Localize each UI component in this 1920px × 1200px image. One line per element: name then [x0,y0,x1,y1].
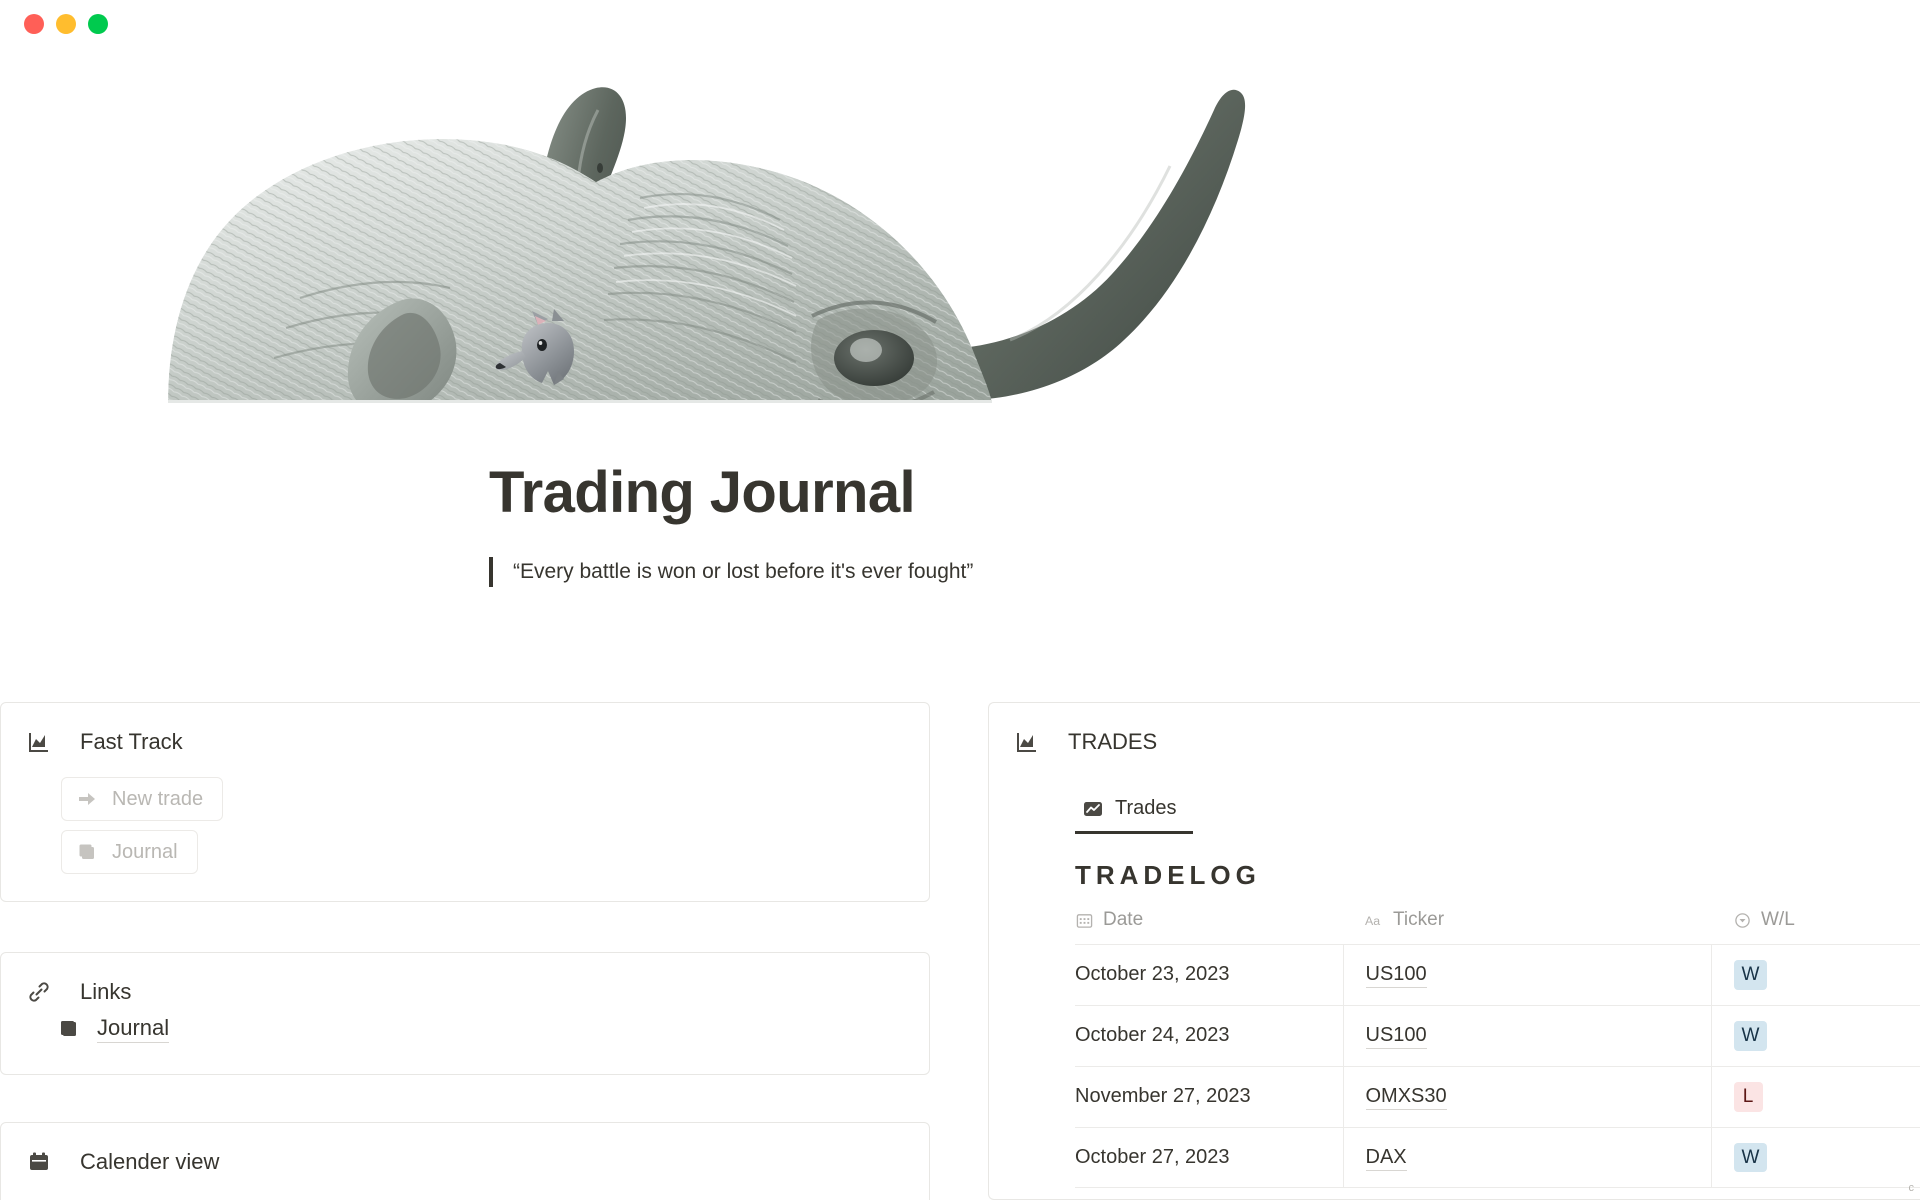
cell-wl: W [1710,944,1920,1006]
status-badge: W [1733,1142,1768,1173]
ticker-link[interactable]: DAX [1365,1145,1407,1171]
cell-date: November 27, 2023 [1075,1065,1343,1128]
tradelog-section: TRADELOG Date Aa Ticker W/L October 23, … [989,834,1920,1189]
link-item-journal[interactable]: Journal [57,1015,170,1044]
corner-mark: c [1908,1182,1915,1194]
chart-icon [1014,729,1040,755]
pages-icon [76,841,98,863]
tradelog-title: TRADELOG [1075,860,1261,890]
tradelog-table: Date Aa Ticker W/L October 23, 2023 US10… [1075,909,1920,1188]
cell-date: October 27, 2023 [1075,1126,1343,1188]
select-chevron-icon [1733,911,1752,930]
quote-block: “Every battle is won or lost before it's… [489,556,1589,587]
ticker-link[interactable]: OMXS30 [1365,1085,1447,1111]
column-header-date-label: Date [1103,909,1144,930]
calendar-view-header: Calender view [1,1123,929,1175]
table-row[interactable]: November 27, 2023 OMXS30 L [1075,1065,1920,1128]
text-aa-icon: Aa [1365,911,1384,930]
status-badge: L [1733,1081,1763,1112]
page-emoji-wolf-icon [492,309,584,401]
cell-wl: L [1710,1065,1920,1128]
column-header-wl[interactable]: W/L [1711,909,1920,945]
arrow-right-icon [76,788,98,810]
page-title: Trading Journal [489,460,916,525]
ticker-link[interactable]: US100 [1365,1024,1427,1050]
chart-icon [26,729,52,755]
fast-track-title: Fast Track [80,729,183,754]
quote-bar [489,556,493,587]
table-row[interactable]: October 23, 2023 US100 W [1075,944,1920,1006]
line-chart-icon [1083,799,1103,819]
ticker-link[interactable]: US100 [1365,963,1427,989]
book-icon [57,1017,81,1041]
tabs-divider [1075,833,1920,834]
column-header-wl-label: W/L [1761,909,1795,930]
trades-tabs: Trades [989,797,1920,834]
fast-track-buttons: New trade Journal [1,755,929,874]
minimize-window-button[interactable] [56,14,76,34]
cell-ticker: OMXS30 [1342,1065,1711,1128]
links-title: Links [80,979,132,1004]
links-header: Links [1,953,929,1005]
tradelog-body: October 23, 2023 US100 W October 24, 202… [1075,944,1920,1188]
tab-trades-label: Trades [1115,797,1177,819]
cell-ticker: US100 [1342,1004,1711,1067]
link-item-journal-label: Journal [97,1015,170,1044]
cell-wl: W [1710,1004,1920,1067]
new-trade-button[interactable]: New trade [61,777,224,821]
links-list: Journal [1,1005,929,1045]
column-header-ticker-label: Ticker [1393,909,1445,930]
journal-shortcut-button[interactable]: Journal [61,830,198,874]
trades-panel: TRADES Trades TRADELOG Date Aa Ticker W/… [988,702,1920,1200]
cell-ticker: DAX [1342,1126,1711,1188]
new-trade-label: New trade [112,788,204,810]
window-titlebar [0,0,1920,48]
cell-date: October 24, 2023 [1075,1004,1343,1067]
calendar-icon [26,1149,52,1175]
journal-shortcut-label: Journal [112,841,178,863]
trades-panel-title: TRADES [1068,729,1158,754]
column-header-date[interactable]: Date [1075,909,1343,945]
quote-text: “Every battle is won or lost before it's… [513,559,974,583]
fast-track-header: Fast Track [1,703,929,755]
tab-trades[interactable]: Trades [1075,797,1193,834]
calendar-icon [1075,911,1094,930]
table-row[interactable]: October 24, 2023 US100 W [1075,1004,1920,1067]
table-row[interactable]: October 27, 2023 DAX W [1075,1126,1920,1188]
page-header: Trading Journal “Every battle is won or … [489,460,1589,587]
maximize-window-button[interactable] [88,14,108,34]
cell-ticker: US100 [1342,944,1711,1006]
table-bottom-divider [1075,1187,1920,1189]
fast-track-card: Fast Track New trade Journal [0,702,930,902]
status-badge: W [1733,1020,1768,1051]
cell-date: October 23, 2023 [1075,944,1343,1006]
cover-image [0,48,1920,403]
cell-wl: W [1710,1126,1920,1188]
calendar-view-card: Calender view [0,1122,930,1200]
trades-panel-header: TRADES [989,703,1920,755]
svg-text:Aa: Aa [1365,913,1380,927]
link-icon [26,979,52,1005]
left-column: Fast Track New trade Journal Links Journ… [0,702,930,1200]
calendar-view-title: Calender view [80,1149,220,1174]
column-header-ticker[interactable]: Aa Ticker [1343,909,1711,945]
right-column: TRADES Trades TRADELOG Date Aa Ticker W/… [988,702,1920,1200]
tradelog-header-row: Date Aa Ticker W/L [1075,909,1920,945]
links-card: Links Journal [0,952,930,1075]
status-badge: W [1733,960,1768,990]
close-window-button[interactable] [24,14,44,34]
